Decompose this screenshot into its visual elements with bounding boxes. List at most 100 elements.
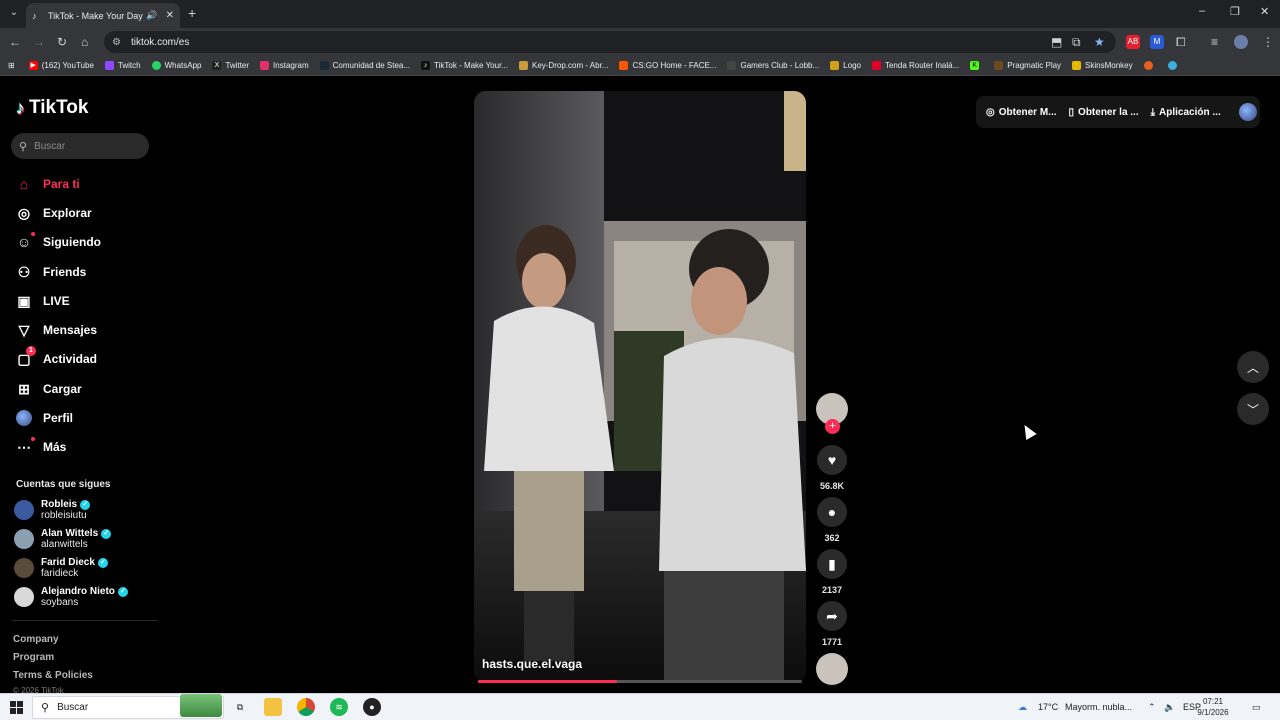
bookmark-steam[interactable]: Comunidad de Stea... (319, 61, 410, 70)
tray-chevron-up-icon[interactable]: ⌃ (1148, 702, 1156, 713)
share-button[interactable]: ➦ (817, 601, 847, 631)
nav-item-siguiendo[interactable]: ☺ Siguiendo (16, 228, 166, 257)
bookmark-twitter[interactable]: X Twitter (212, 61, 249, 70)
nav-item-perfil[interactable]: Perfil (16, 403, 166, 432)
home-browser-icon[interactable]: ⌂ (81, 34, 88, 50)
chrome-icon[interactable] (297, 698, 315, 716)
forward-icon[interactable]: → (33, 34, 45, 50)
notification-dot (31, 232, 35, 237)
footer-link-program[interactable]: Program (13, 652, 54, 663)
task-view-icon[interactable]: ⧉ (231, 698, 249, 716)
faceit-icon (619, 61, 629, 70)
close-window-button[interactable]: ✕ (1260, 5, 1269, 18)
adblock-extension-icon[interactable]: AB (1126, 35, 1140, 49)
nav-item-actividad[interactable]: ▢ 1 Actividad (16, 345, 166, 374)
bookmark-twitch[interactable]: Twitch (104, 61, 141, 70)
youtube-icon: ▶ (28, 61, 38, 70)
menu-kebab-icon[interactable]: ⋮ (1262, 34, 1274, 50)
get-app-button[interactable]: ▯ Obtener la ... (1069, 107, 1139, 118)
search-icon: ⚲ (41, 702, 50, 714)
nav-item-mas[interactable]: ⋯ Más (16, 433, 166, 462)
footer-link-company[interactable]: Company (13, 634, 59, 645)
reload-icon[interactable]: ↻ (57, 34, 67, 50)
followed-account[interactable]: Alan Wittels ✓ alanwittels (14, 528, 112, 550)
translate-icon[interactable]: ⧉ (1072, 34, 1081, 50)
new-tab-button[interactable]: + (188, 5, 196, 21)
nav-item-para-ti[interactable]: ⌂ Para ti (16, 169, 166, 198)
previous-video-button[interactable]: ︿ (1237, 351, 1269, 383)
speaker-icon[interactable]: 🔊 (146, 10, 157, 21)
bookmark-youtube[interactable]: ▶ (162) YouTube (28, 61, 94, 70)
address-bar[interactable]: ⚙ tiktok.com/es (104, 31, 1116, 53)
search-input[interactable]: ⚲ Buscar (11, 133, 149, 159)
file-explorer-icon[interactable] (264, 698, 282, 716)
kick-icon: K (970, 61, 980, 70)
tiktok-logo[interactable]: ♪ TikTok (16, 97, 88, 119)
weather-temp[interactable]: 17°C (1038, 702, 1058, 712)
back-icon[interactable]: ← (9, 34, 21, 50)
footer-link-terms[interactable]: Terms & Policies (13, 670, 93, 681)
music-disc-avatar[interactable] (816, 653, 848, 685)
bookmark-tenda[interactable]: Tenda Router Inalá... (871, 61, 959, 70)
followed-account[interactable]: Alejandro Nieto ✓ soybans (14, 586, 128, 608)
bookmark-faceit[interactable]: CS:GO Home - FACE... (619, 61, 716, 70)
install-app-icon[interactable]: ⬒ (1051, 34, 1062, 50)
follow-plus-icon[interactable]: + (825, 419, 840, 434)
bookmark-kick[interactable]: K (970, 61, 983, 70)
pc-app-button[interactable]: ⤓ Aplicación ... (1151, 107, 1221, 118)
nav-item-friends[interactable]: ⚇ Friends (16, 257, 166, 286)
bookmark-pragmatic[interactable]: Pragmatic Play (994, 61, 1061, 70)
tiktok-note-icon: ♪ (16, 97, 25, 118)
bookmark-keydrop[interactable]: Key-Drop.com - Abr... (518, 61, 608, 70)
next-video-button[interactable]: ﹀ (1237, 393, 1269, 425)
chevron-up-icon: ︿ (1246, 360, 1259, 375)
site-info-icon[interactable]: ⚙ (112, 37, 121, 48)
taskbar-clock[interactable]: 07:21 9/1/2026 (1196, 696, 1230, 718)
comment-button[interactable]: ● (817, 497, 847, 527)
whatsapp-icon (151, 61, 161, 70)
nav-item-live[interactable]: ▣ LIVE (16, 286, 166, 315)
app-icon[interactable]: ● (363, 698, 381, 716)
nav-item-cargar[interactable]: ⊞ Cargar (16, 374, 166, 403)
apps-grid-icon[interactable]: ⊞ (8, 61, 15, 70)
tab-search-button[interactable]: ⌄ (6, 5, 22, 21)
bookmark-extra-1[interactable] (1143, 61, 1157, 70)
video-username[interactable]: hasts.que.el.vaga (482, 657, 582, 671)
like-button[interactable]: ♥ (817, 445, 847, 475)
nav-item-mensajes[interactable]: ▽ Mensajes (16, 315, 166, 344)
volume-icon[interactable]: 🔈 (1164, 702, 1175, 713)
browser-tab[interactable]: ♪ TikTok - Make Your Day 🔊 ✕ (26, 3, 180, 28)
minimize-button[interactable]: – (1199, 5, 1205, 17)
save-button[interactable]: ▮ (817, 549, 847, 579)
video-player[interactable] (474, 91, 806, 683)
restore-button[interactable]: ❐ (1230, 5, 1240, 18)
bookmark-skinsmonkey[interactable]: SkinsMonkey (1072, 61, 1133, 70)
user-avatar[interactable] (1238, 103, 1257, 121)
spotify-icon[interactable]: ≋ (330, 698, 348, 716)
reading-list-icon[interactable]: ≡ (1211, 34, 1218, 50)
heart-icon: ♥ (827, 452, 837, 468)
video-progress-bar[interactable] (478, 680, 802, 683)
nav-item-explorar[interactable]: ◎ Explorar (16, 198, 166, 227)
followed-account[interactable]: Farid Dieck ✓ faridieck (14, 557, 108, 579)
profile-avatar-icon[interactable] (1234, 35, 1248, 49)
close-tab-icon[interactable]: ✕ (166, 10, 174, 21)
extensions-icon[interactable]: ⧠ (1176, 34, 1186, 50)
bookmark-star-icon[interactable]: ★ (1094, 34, 1105, 50)
bookmark-instagram[interactable]: Instagram (260, 61, 309, 70)
bookmark-whatsapp[interactable]: WhatsApp (151, 61, 201, 70)
extension-m-icon[interactable]: M (1150, 35, 1164, 49)
followed-account[interactable]: Robleis ✓ robleisiutu (14, 499, 91, 521)
bookmark-tiktok[interactable]: ♪ TikTok - Make Your... (421, 61, 508, 70)
verified-icon: ✓ (117, 586, 128, 597)
top-actions-bar: ◎ Obtener M... ▯ Obtener la ... ⤓ Aplicació… (976, 96, 1260, 128)
get-coins-button[interactable]: ◎ Obtener M... (986, 107, 1057, 118)
notifications-icon[interactable]: ▭ (1252, 702, 1261, 713)
bookmark-logo[interactable]: Logo (830, 61, 861, 70)
bookmark-extra-2[interactable] (1167, 61, 1181, 70)
windows-start-icon[interactable] (10, 701, 23, 714)
bookmark-gamersclub[interactable]: Gamers Club - Lobb... (727, 61, 819, 70)
weather-desc[interactable]: Mayorm. nubla... (1065, 702, 1132, 712)
compass-icon: ◎ (17, 204, 31, 221)
following-icon: ☺ (16, 232, 35, 250)
